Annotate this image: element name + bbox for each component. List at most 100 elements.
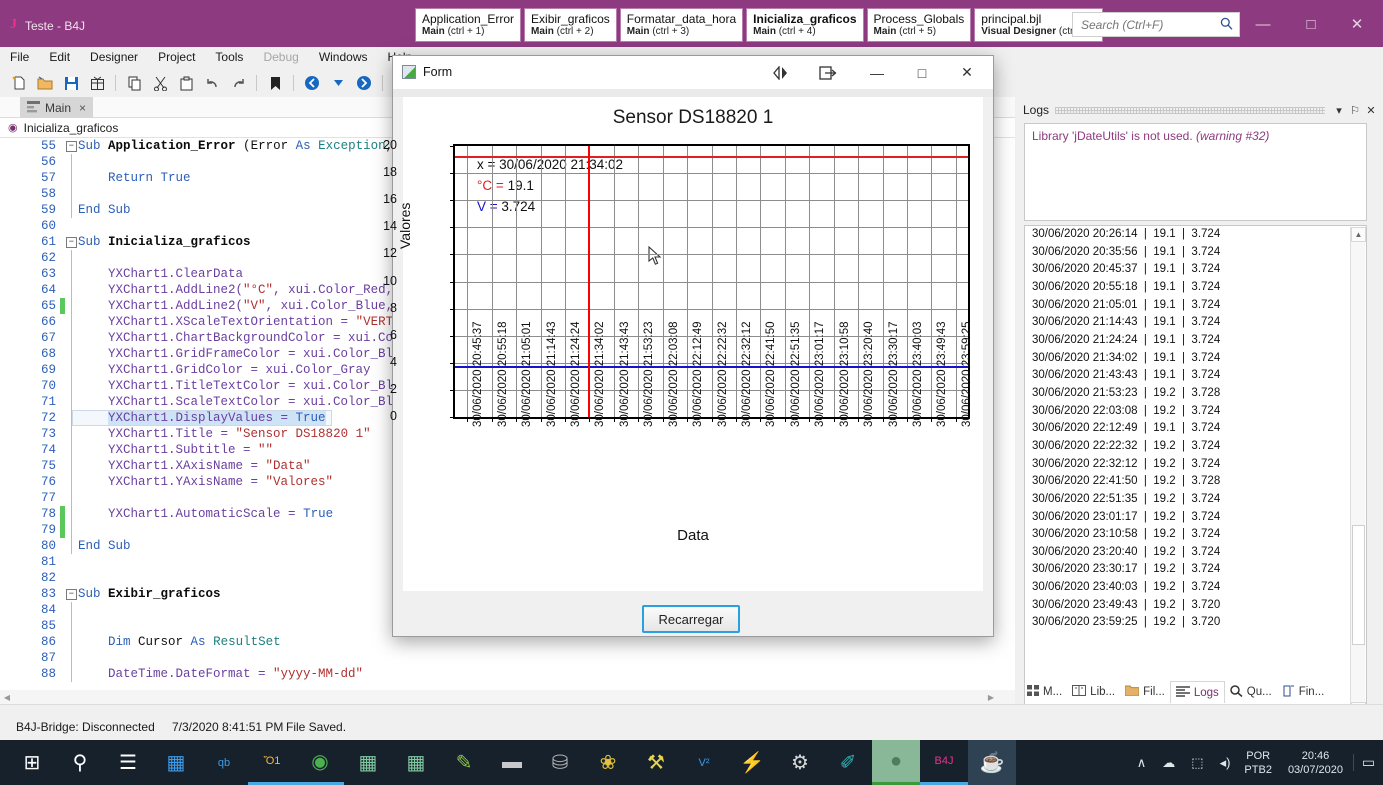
module-tab-3[interactable]: Inicializa_graficos Main (ctrl + 4) <box>746 8 864 42</box>
menu-item-windows[interactable]: Windows <box>309 50 378 64</box>
taskbar-usb-drive-icon[interactable]: ▬ <box>488 740 536 785</box>
search-input[interactable] <box>1079 16 1219 33</box>
form-close-button[interactable]: ✕ <box>945 56 989 89</box>
bookmark-icon[interactable] <box>264 72 286 94</box>
taskbar-windows-start-icon[interactable]: ⊞ <box>8 740 56 785</box>
drag-grip[interactable] <box>1055 106 1325 114</box>
scrollbar-thumb[interactable] <box>1352 525 1365 645</box>
build-icon[interactable] <box>86 72 108 94</box>
code-line[interactable]: 87 <box>0 650 1015 666</box>
warnings-box[interactable]: Library 'jDateUtils' is not used. (warni… <box>1024 123 1367 221</box>
network-icon[interactable]: ⬚ <box>1183 755 1211 771</box>
code-line[interactable]: 88 DateTime.DateFormat = "yyyy-MM-dd" <box>0 666 1015 682</box>
open-file-icon[interactable] <box>34 72 56 94</box>
taskbar-terminal-icon[interactable]: ⚙ <box>776 740 824 785</box>
cut-icon[interactable] <box>149 72 171 94</box>
taskbar-file-explorer-icon[interactable]: Ὄ1 <box>248 740 296 785</box>
form-nav-icon[interactable] <box>763 56 799 89</box>
save-icon[interactable] <box>60 72 82 94</box>
code-horizontal-scrollbar[interactable]: ◀ ▶ <box>0 690 1015 704</box>
menu-item-file[interactable]: File <box>0 50 39 64</box>
taskbar-b4j-icon[interactable]: B4J <box>920 740 968 785</box>
taskbar-java-app-icon[interactable]: ☕ <box>968 740 1016 785</box>
window-maximize-button[interactable]: □ <box>1288 8 1334 40</box>
bottom-tab-5[interactable]: Fin... <box>1277 681 1330 703</box>
taskbar-app-window2-icon[interactable]: ▦ <box>392 740 440 785</box>
clock[interactable]: 20:46 03/07/2020 <box>1278 749 1353 777</box>
taskbar-task-view-icon[interactable]: ☰ <box>104 740 152 785</box>
back-icon[interactable] <box>301 72 323 94</box>
taskbar-editor-icon[interactable]: ✎ <box>440 740 488 785</box>
language-indicator[interactable]: POR PTB2 <box>1238 749 1278 777</box>
fold-toggle-icon[interactable]: − <box>66 141 77 152</box>
cloud-icon[interactable]: ☁ <box>1154 755 1183 771</box>
taskbar-database-icon[interactable]: ⛁ <box>536 740 584 785</box>
log-output-box[interactable]: 30/06/2020 20:26:14 | 19.1 | 3.724 30/06/… <box>1024 225 1367 717</box>
log-entry: 30/06/2020 20:55:18 | 19.1 | 3.724 <box>1032 280 1221 293</box>
close-icon[interactable]: × <box>79 101 86 115</box>
form-panel-icon[interactable] <box>810 56 846 89</box>
taskbar-network-icon[interactable]: ⚡ <box>728 740 776 785</box>
chevron-down-icon[interactable]: ▾ <box>1331 104 1347 117</box>
back-dropdown-icon[interactable] <box>327 72 349 94</box>
module-tab-2[interactable]: Formatar_data_hora Main (ctrl + 3) <box>619 8 744 42</box>
module-tab-1[interactable]: Exibir_graficos Main (ctrl + 2) <box>524 8 617 42</box>
chevron-up-icon[interactable]: ∧ <box>1129 755 1155 771</box>
pin-icon[interactable]: ⚐ <box>1347 104 1363 117</box>
line-number: 77 <box>40 491 56 505</box>
bottom-tab-1[interactable]: Lib... <box>1067 681 1120 703</box>
taskbar-search-icon[interactable]: ⚲ <box>56 740 104 785</box>
bottom-tab-2[interactable]: Fil... <box>1120 681 1170 703</box>
redo-icon[interactable] <box>227 72 249 94</box>
taskbar-powerpoint-icon[interactable]: ▦ <box>152 740 200 785</box>
action-center-icon[interactable]: ▭ <box>1353 754 1383 771</box>
new-file-icon[interactable] <box>8 72 30 94</box>
reload-button[interactable]: Recarregar <box>642 605 740 633</box>
bottom-tab-3[interactable]: Logs <box>1169 681 1225 703</box>
module-tab-sub: Main (ctrl + 1) <box>422 26 485 37</box>
scroll-right-icon[interactable]: ▶ <box>984 690 998 704</box>
sub-icon: ◉ <box>8 122 18 134</box>
log-entry: 30/06/2020 23:20:40 | 19.2 | 3.724 <box>1032 545 1221 558</box>
forward-icon[interactable] <box>353 72 375 94</box>
scroll-left-icon[interactable]: ◀ <box>0 690 14 704</box>
taskbar-tools-icon[interactable]: ⚒ <box>632 740 680 785</box>
fold-toggle-icon[interactable]: − <box>66 589 77 600</box>
taskbar-vnc-icon[interactable]: V² <box>680 740 728 785</box>
search-box[interactable] <box>1072 12 1240 37</box>
taskbar-app-window-icon[interactable]: ▦ <box>344 740 392 785</box>
y-axis-tick-label: 18 <box>383 165 397 180</box>
close-icon[interactable]: ✕ <box>1363 104 1379 117</box>
window-minimize-button[interactable]: — <box>1240 8 1286 40</box>
menu-item-designer[interactable]: Designer <box>80 50 148 64</box>
editor-tab-main[interactable]: Main × <box>20 97 94 118</box>
undo-icon[interactable] <box>201 72 223 94</box>
taskbar-green-app-icon[interactable]: ● <box>872 740 920 785</box>
bottom-tab-4[interactable]: Qu... <box>1225 681 1277 703</box>
window-close-button[interactable]: ✕ <box>1334 8 1380 40</box>
chart-plot-area[interactable]: x = 30/06/2020 21:34:02 °C = 19.1 V = 3.… <box>383 138 973 427</box>
scroll-up-icon[interactable]: ▲ <box>1351 227 1366 242</box>
form-minimize-button[interactable]: — <box>855 56 899 89</box>
search-icon: ⚲ <box>72 752 88 774</box>
logs-vertical-scrollbar[interactable]: ▲ ▼ <box>1350 227 1366 716</box>
fold-toggle-icon[interactable]: − <box>66 237 77 248</box>
taskbar-qbittorrent-icon[interactable]: qb <box>200 740 248 785</box>
y-axis-tick <box>450 389 455 391</box>
yx-chart[interactable]: Sensor DS18820 1 Valores x = 30/06/2020 … <box>383 97 983 591</box>
taskbar-paint-icon[interactable]: ❀ <box>584 740 632 785</box>
taskbar-chrome-icon[interactable]: ◉ <box>296 740 344 785</box>
editor-icon: ✎ <box>455 752 473 774</box>
copy-icon[interactable] <box>123 72 145 94</box>
volume-icon[interactable]: ◂) <box>1212 755 1239 771</box>
menu-item-project[interactable]: Project <box>148 50 205 64</box>
bottom-tab-0[interactable]: M... <box>1022 681 1067 703</box>
module-tab-0[interactable]: Application_Error Main (ctrl + 1) <box>415 8 522 42</box>
form-maximize-button[interactable]: □ <box>900 56 944 89</box>
line-number: 78 <box>40 507 56 521</box>
taskbar-syringe-icon[interactable]: ✐ <box>824 740 872 785</box>
menu-item-tools[interactable]: Tools <box>205 50 253 64</box>
paste-icon[interactable] <box>175 72 197 94</box>
menu-item-edit[interactable]: Edit <box>39 50 80 64</box>
module-tab-4[interactable]: Process_Globals Main (ctrl + 5) <box>866 8 972 42</box>
